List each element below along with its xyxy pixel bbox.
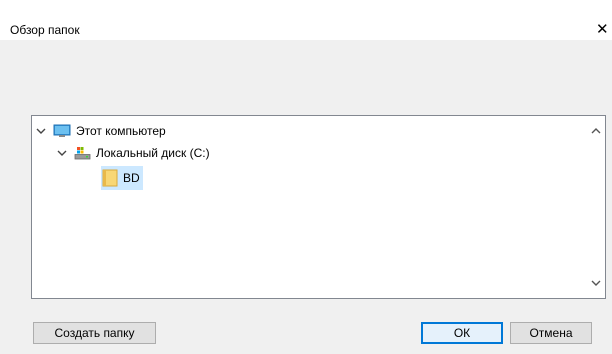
browse-folders-dialog: Обзор папок ✕ Этот компьютер Локальный д… <box>0 0 612 354</box>
cancel-button[interactable]: Отмена <box>510 322 592 344</box>
drive-icon <box>74 147 91 160</box>
tree-item-label: Локальный диск (C:) <box>96 146 210 160</box>
ok-button[interactable]: ОК <box>421 322 503 344</box>
tree-item-label: BD <box>123 171 140 185</box>
tree-item-this-pc[interactable]: Этот компьютер <box>36 121 166 141</box>
close-button[interactable]: ✕ <box>596 19 612 39</box>
tree-item-bd[interactable]: BD <box>101 166 143 190</box>
tree-item-local-disk[interactable]: Локальный диск (C:) <box>57 143 210 163</box>
title-bar: Обзор папок ✕ <box>0 0 612 40</box>
scroll-down-arrow-icon[interactable] <box>591 278 601 288</box>
create-folder-button[interactable]: Создать папку <box>33 322 156 344</box>
dialog-title: Обзор папок <box>10 23 80 37</box>
chevron-down-icon[interactable] <box>36 126 46 136</box>
scroll-up-arrow-icon[interactable] <box>591 126 601 136</box>
folder-tree[interactable]: Этот компьютер Локальный диск (C:) BD <box>31 115 606 299</box>
tree-item-label: Этот компьютер <box>76 124 166 138</box>
chevron-down-icon[interactable] <box>57 148 67 158</box>
folder-icon <box>102 169 118 187</box>
computer-icon <box>53 124 71 137</box>
selection-highlight: BD <box>101 166 143 190</box>
